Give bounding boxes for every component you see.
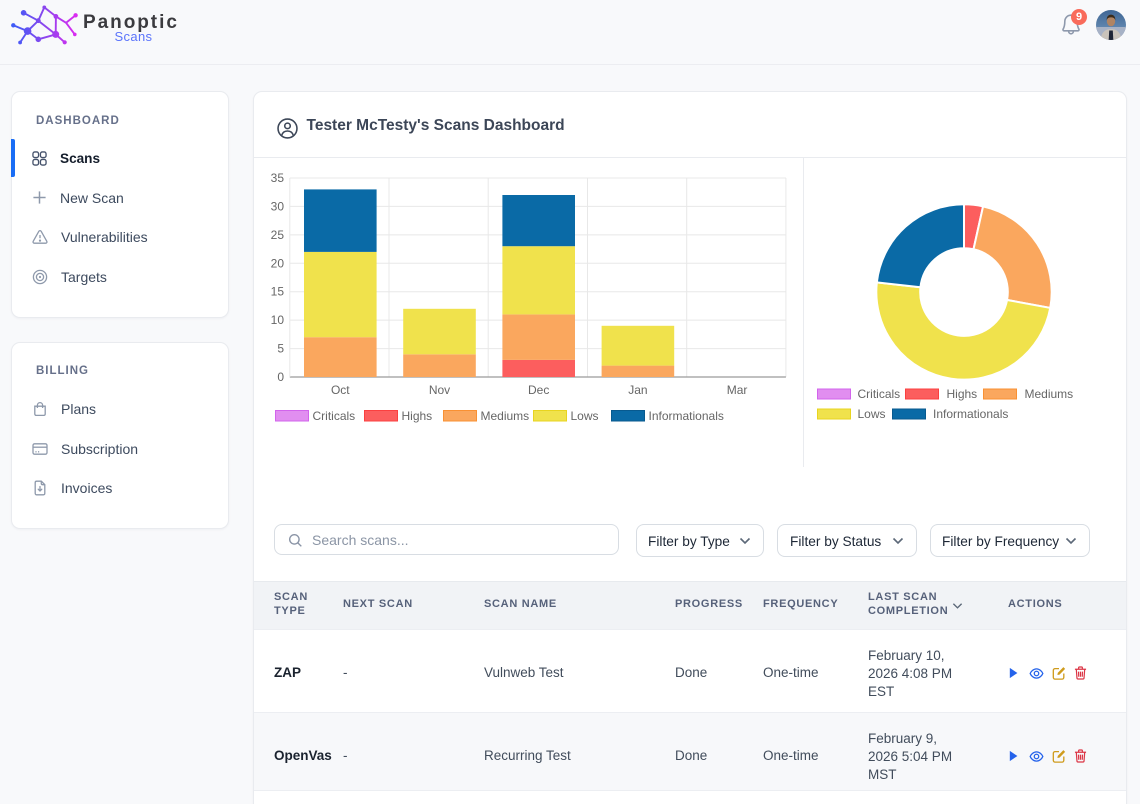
svg-text:15: 15 <box>270 285 284 299</box>
svg-text:Mediums: Mediums <box>1024 387 1073 401</box>
svg-text:Lows: Lows <box>570 409 598 423</box>
svg-text:5: 5 <box>277 342 284 356</box>
svg-text:30: 30 <box>270 199 284 213</box>
svg-text:20: 20 <box>270 256 284 270</box>
svg-text:Criticals: Criticals <box>857 387 900 401</box>
svg-text:Criticals: Criticals <box>312 409 355 423</box>
svg-text:Oct: Oct <box>330 383 349 397</box>
svg-text:Highs: Highs <box>946 387 977 401</box>
svg-text:Dec: Dec <box>528 383 549 397</box>
svg-text:35: 35 <box>270 171 284 185</box>
svg-text:Nov: Nov <box>428 383 449 397</box>
svg-text:Highs: Highs <box>401 409 432 423</box>
svg-text:Jan: Jan <box>628 383 647 397</box>
svg-text:Scans: Scans <box>115 29 153 44</box>
svg-text:Informationals: Informationals <box>648 409 723 423</box>
svg-text:10: 10 <box>270 313 284 327</box>
svg-text:0: 0 <box>277 370 284 384</box>
svg-text:Lows: Lows <box>857 407 885 421</box>
svg-text:Informationals: Informationals <box>933 407 1008 421</box>
svg-text:25: 25 <box>270 228 284 242</box>
svg-text:Mediums: Mediums <box>480 409 529 423</box>
svg-text:Mar: Mar <box>726 383 747 397</box>
